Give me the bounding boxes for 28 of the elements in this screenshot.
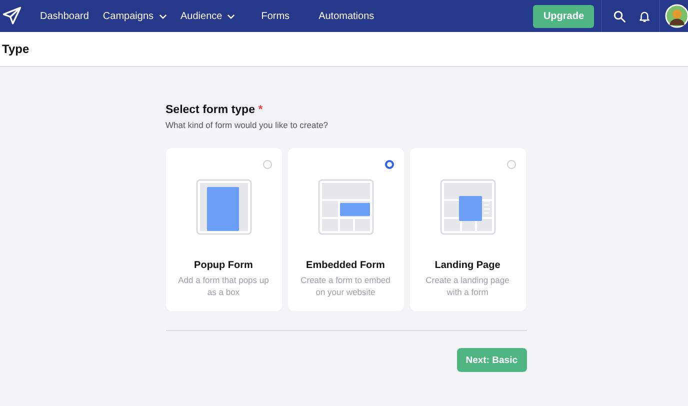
nav-link[interactable]: Dashboard bbox=[40, 10, 89, 22]
nav-dropdown[interactable]: Audience bbox=[180, 10, 236, 22]
page-title: Type bbox=[2, 42, 30, 56]
layout-icon bbox=[196, 179, 252, 235]
paper-plane-icon[interactable] bbox=[2, 6, 22, 26]
required-mark: * bbox=[258, 104, 263, 116]
card-description: Add a form that pops up as a box bbox=[177, 274, 270, 298]
card-title: Embedded Form bbox=[306, 260, 385, 271]
form-type-card[interactable]: Popup Form Add a form that pops up as a box bbox=[166, 148, 282, 311]
question-hint: What kind of form would you like to create? bbox=[166, 120, 330, 130]
form-type-card[interactable]: Landing Page Create a landing page with a form bbox=[410, 148, 526, 311]
nav-link[interactable]: Forms bbox=[261, 10, 290, 22]
search-icon[interactable] bbox=[613, 10, 626, 22]
form-type-card[interactable]: Embedded Form Create a form to embed on your website bbox=[288, 148, 404, 311]
card-description: Create a landing page with a form bbox=[424, 274, 510, 298]
nav-link[interactable]: Automations bbox=[318, 10, 374, 22]
card-title: Popup Form bbox=[194, 260, 253, 271]
radio-button[interactable] bbox=[384, 160, 394, 169]
avatar-icon[interactable] bbox=[665, 4, 688, 28]
chevron-down-icon bbox=[158, 14, 167, 18]
nav-dropdown[interactable]: Campaigns bbox=[102, 10, 167, 22]
layout-icon bbox=[318, 179, 374, 235]
layout-icon bbox=[440, 179, 496, 235]
card-description: Create a form to embed on your website bbox=[300, 274, 392, 298]
bell-icon[interactable] bbox=[638, 10, 651, 22]
question-label: Select form type bbox=[166, 104, 255, 116]
card-title: Landing Page bbox=[434, 260, 500, 271]
chevron-down-icon bbox=[227, 14, 236, 18]
